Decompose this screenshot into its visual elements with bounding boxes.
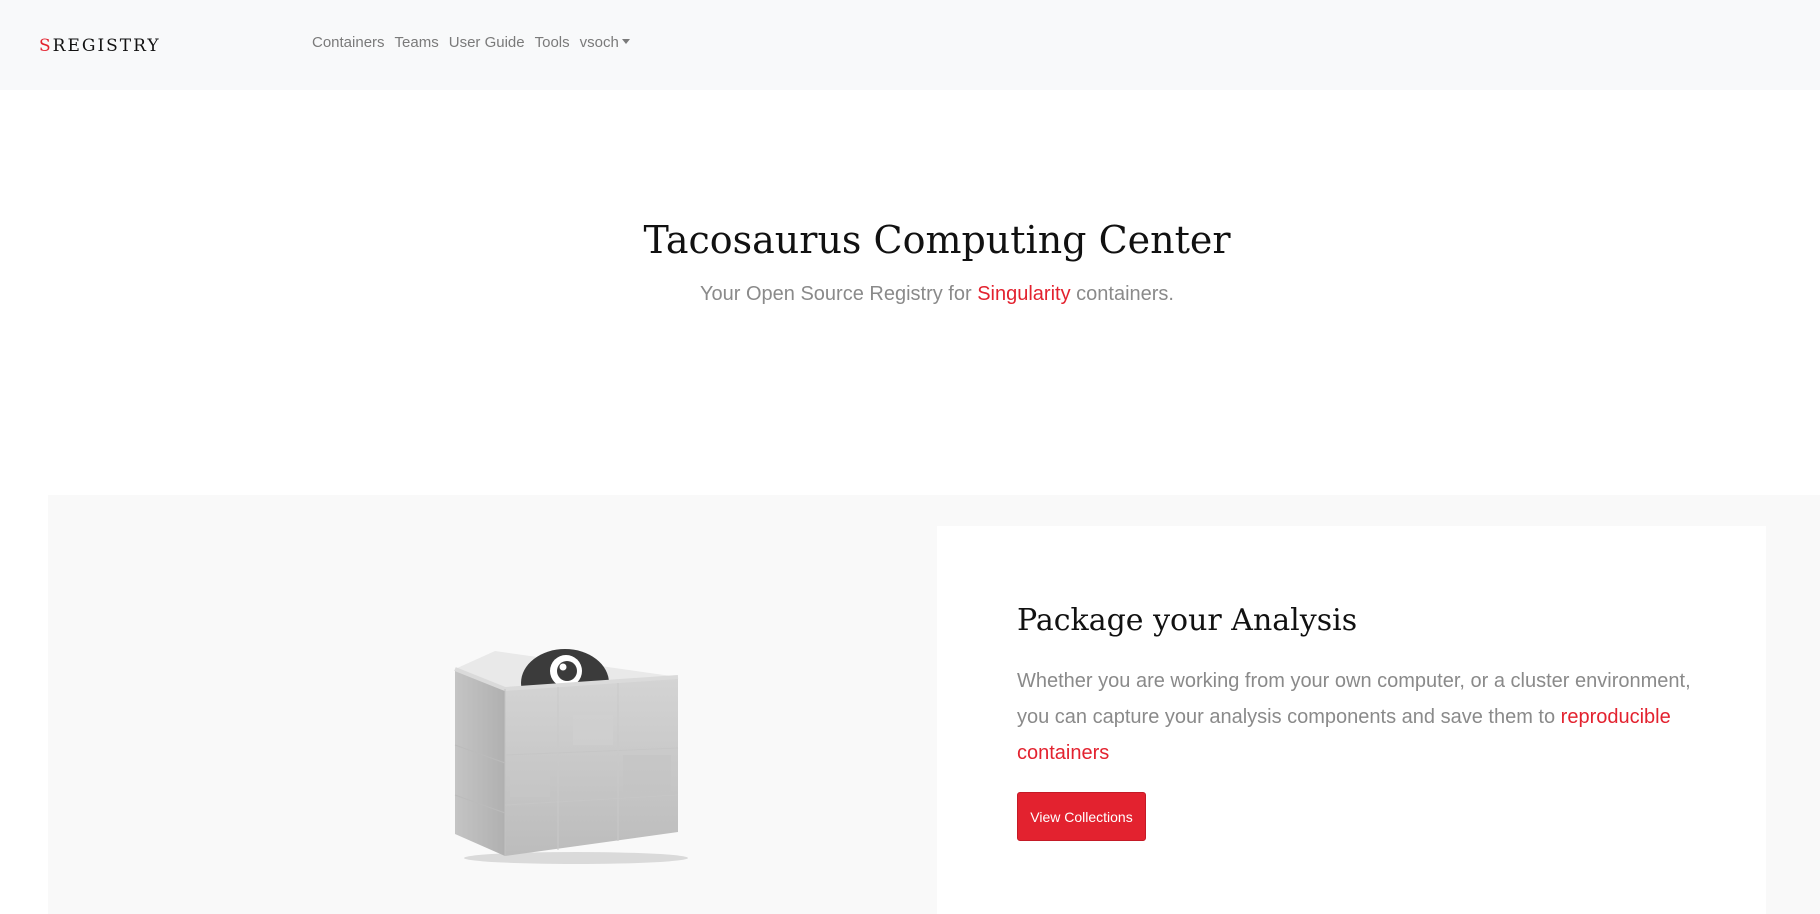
feature-section: Package your Analysis Whether you are wo…: [48, 495, 1820, 914]
nav-tools[interactable]: Tools: [535, 34, 570, 51]
user-menu-dropdown[interactable]: vsoch: [580, 34, 630, 51]
brand-logo-text: REGISTRY: [52, 36, 161, 56]
nav-links: Containers Teams User Guide Tools vsoch: [312, 34, 630, 51]
user-menu-label: vsoch: [579, 34, 619, 51]
feature-card: Package your Analysis Whether you are wo…: [937, 526, 1766, 914]
navbar: SREGISTRY Containers Teams User Guide To…: [0, 0, 1820, 90]
caret-down-icon: [621, 38, 630, 44]
container-box-icon: [448, 645, 698, 875]
hero-subtitle-end: containers.: [1070, 283, 1174, 305]
feature-title: Package your Analysis: [1017, 603, 1358, 638]
nav-user-guide[interactable]: User Guide: [449, 34, 525, 51]
nav-containers[interactable]: Containers: [312, 34, 385, 51]
hero-subtitle-text: Your Open Source Registry for: [700, 283, 978, 305]
nav-teams[interactable]: Teams: [395, 34, 439, 51]
brand-logo-initial: S: [39, 36, 53, 56]
singularity-link[interactable]: Singularity: [977, 283, 1070, 305]
brand-logo[interactable]: SREGISTRY: [39, 36, 161, 56]
view-collections-button[interactable]: View Collections: [1017, 792, 1146, 841]
feature-description: Whether you are working from your own co…: [1017, 663, 1697, 771]
hero-title: Tacosaurus Computing Center: [643, 218, 1231, 262]
hero-subtitle: Your Open Source Registry for Singularit…: [0, 283, 1820, 306]
